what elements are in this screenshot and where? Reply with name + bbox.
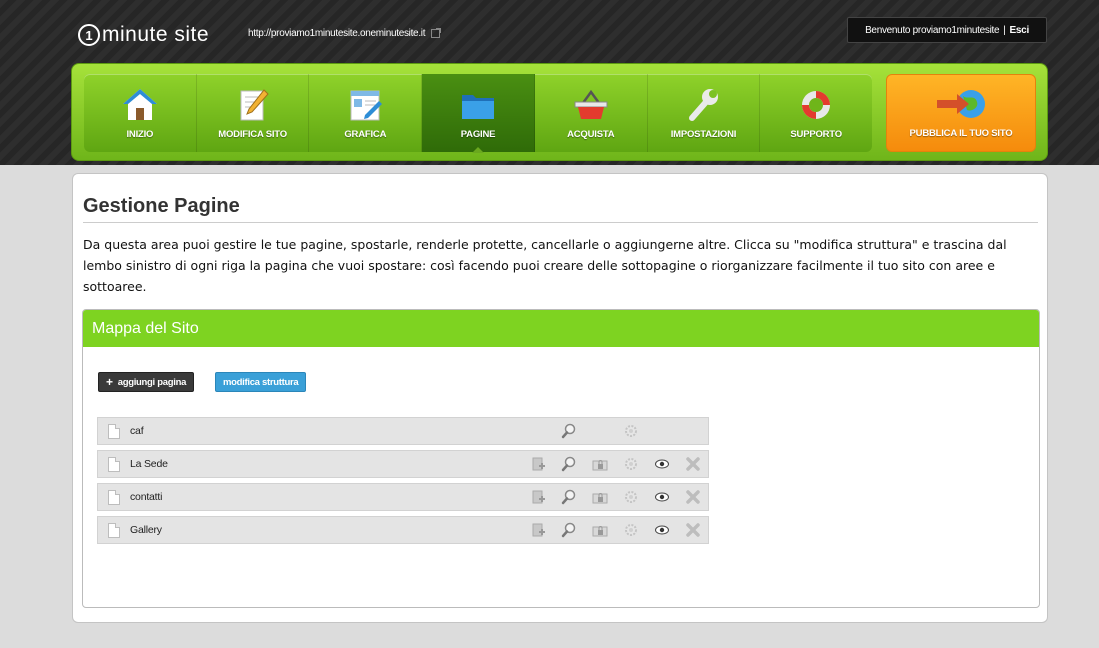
- nav-item-modifica-sito[interactable]: MODIFICA SITO: [197, 74, 310, 152]
- home-icon: [122, 89, 157, 120]
- page-name: Gallery: [130, 524, 162, 536]
- preview-icon[interactable]: [561, 423, 577, 439]
- page-row: contatti: [97, 483, 709, 511]
- nav-item-acquista[interactable]: ACQUISTA: [535, 74, 648, 152]
- delete-icon[interactable]: [685, 522, 701, 538]
- delete-icon[interactable]: [685, 489, 701, 505]
- main-navigation: INIZIO MODIFICA SITO GRAFICA PAGINE ACQU…: [71, 63, 1048, 161]
- gear-icon[interactable]: [623, 522, 639, 538]
- site-map-panel: Mappa del Sito + aggiungi pagina modific…: [82, 309, 1040, 608]
- site-url-link[interactable]: http://proviamo1minutesite.oneminutesite…: [248, 28, 442, 39]
- page-icon: [108, 489, 120, 505]
- edit-icon: [240, 89, 269, 121]
- visibility-icon[interactable]: [654, 489, 670, 505]
- nav-label: ACQUISTA: [567, 129, 615, 140]
- logo-text: minute site: [102, 23, 210, 46]
- publish-globe-icon: [937, 90, 985, 118]
- page-icon: [108, 456, 120, 472]
- logo-digit: 1: [78, 24, 100, 46]
- page-actions: [530, 517, 716, 543]
- site-map-header: Mappa del Sito: [83, 310, 1039, 347]
- preview-icon[interactable]: [561, 489, 577, 505]
- site-logo[interactable]: 1 minute site: [78, 22, 209, 48]
- page-name: caf: [130, 425, 144, 437]
- publish-site-button[interactable]: PUBBLICA IL TUO SITO: [886, 74, 1036, 152]
- add-subpage-icon[interactable]: [530, 522, 546, 538]
- protect-icon[interactable]: [592, 522, 608, 538]
- gear-icon[interactable]: [623, 456, 639, 472]
- page-name: La Sede: [130, 458, 168, 470]
- add-page-button[interactable]: + aggiungi pagina: [98, 372, 195, 392]
- visibility-icon[interactable]: [654, 456, 670, 472]
- graphics-icon: [350, 90, 383, 121]
- header-bar: 1 minute site http://proviamo1minutesite…: [0, 0, 1099, 165]
- welcome-box: Benvenuto proviamo1minutesite | Esci: [847, 17, 1047, 43]
- nav-tabs: INIZIO MODIFICA SITO GRAFICA PAGINE ACQU…: [84, 74, 872, 153]
- welcome-text: Benvenuto proviamo1minutesite: [865, 24, 1000, 36]
- nav-label: PAGINE: [460, 129, 496, 140]
- edit-structure-button[interactable]: modifica struttura: [215, 372, 307, 392]
- add-subpage-icon[interactable]: [530, 456, 546, 472]
- page-row: La Sede: [97, 450, 709, 478]
- intro-text: Da questa area puoi gestire le tue pagin…: [83, 237, 1007, 294]
- gear-icon[interactable]: [623, 423, 639, 439]
- nav-item-supporto[interactable]: SUPPORTO: [760, 74, 872, 152]
- plus-icon: +: [106, 375, 113, 389]
- nav-item-grafica[interactable]: GRAFICA: [309, 74, 423, 152]
- lifebuoy-icon: [802, 91, 831, 119]
- external-link-icon: [431, 28, 442, 38]
- basket-icon: [574, 89, 608, 119]
- nav-label: GRAFICA: [344, 129, 387, 140]
- publish-label: PUBBLICA IL TUO SITO: [909, 128, 1013, 139]
- site-url-text: http://proviamo1minutesite.oneminutesite…: [248, 28, 426, 39]
- nav-label: SUPPORTO: [790, 129, 842, 140]
- nav-label: IMPOSTAZIONI: [670, 129, 737, 140]
- preview-icon[interactable]: [561, 456, 577, 472]
- page-icon: [108, 522, 120, 538]
- nav-item-impostazioni[interactable]: IMPOSTAZIONI: [648, 74, 761, 152]
- main-content: Gestione Pagine Da questa area puoi gest…: [72, 173, 1048, 623]
- delete-icon[interactable]: [685, 456, 701, 472]
- protect-icon[interactable]: [592, 489, 608, 505]
- nav-item-pagine[interactable]: PAGINE: [422, 74, 535, 153]
- wrench-icon: [689, 89, 719, 121]
- nav-label: MODIFICA SITO: [218, 129, 287, 140]
- nav-item-inizio[interactable]: INIZIO: [84, 74, 197, 152]
- gear-icon[interactable]: [623, 489, 639, 505]
- add-page-label: aggiungi pagina: [117, 376, 187, 388]
- logout-link[interactable]: Esci: [1010, 25, 1030, 36]
- pages-list: caf La Sede contatti Gallery: [97, 417, 709, 549]
- page-actions: [530, 451, 716, 477]
- page-icon: [108, 423, 120, 439]
- protect-icon[interactable]: [592, 456, 608, 472]
- welcome-separator: |: [1003, 24, 1006, 36]
- page-actions: [530, 418, 716, 444]
- add-subpage-icon[interactable]: [530, 489, 546, 505]
- preview-icon[interactable]: [561, 522, 577, 538]
- page-row: caf: [97, 417, 709, 445]
- page-actions: [530, 484, 716, 510]
- folder-icon: [462, 95, 495, 119]
- page-row: Gallery: [97, 516, 709, 544]
- nav-label: INIZIO: [126, 129, 154, 140]
- page-name: contatti: [130, 491, 163, 503]
- visibility-icon[interactable]: [654, 522, 670, 538]
- page-title: Gestione Pagine: [83, 195, 1038, 223]
